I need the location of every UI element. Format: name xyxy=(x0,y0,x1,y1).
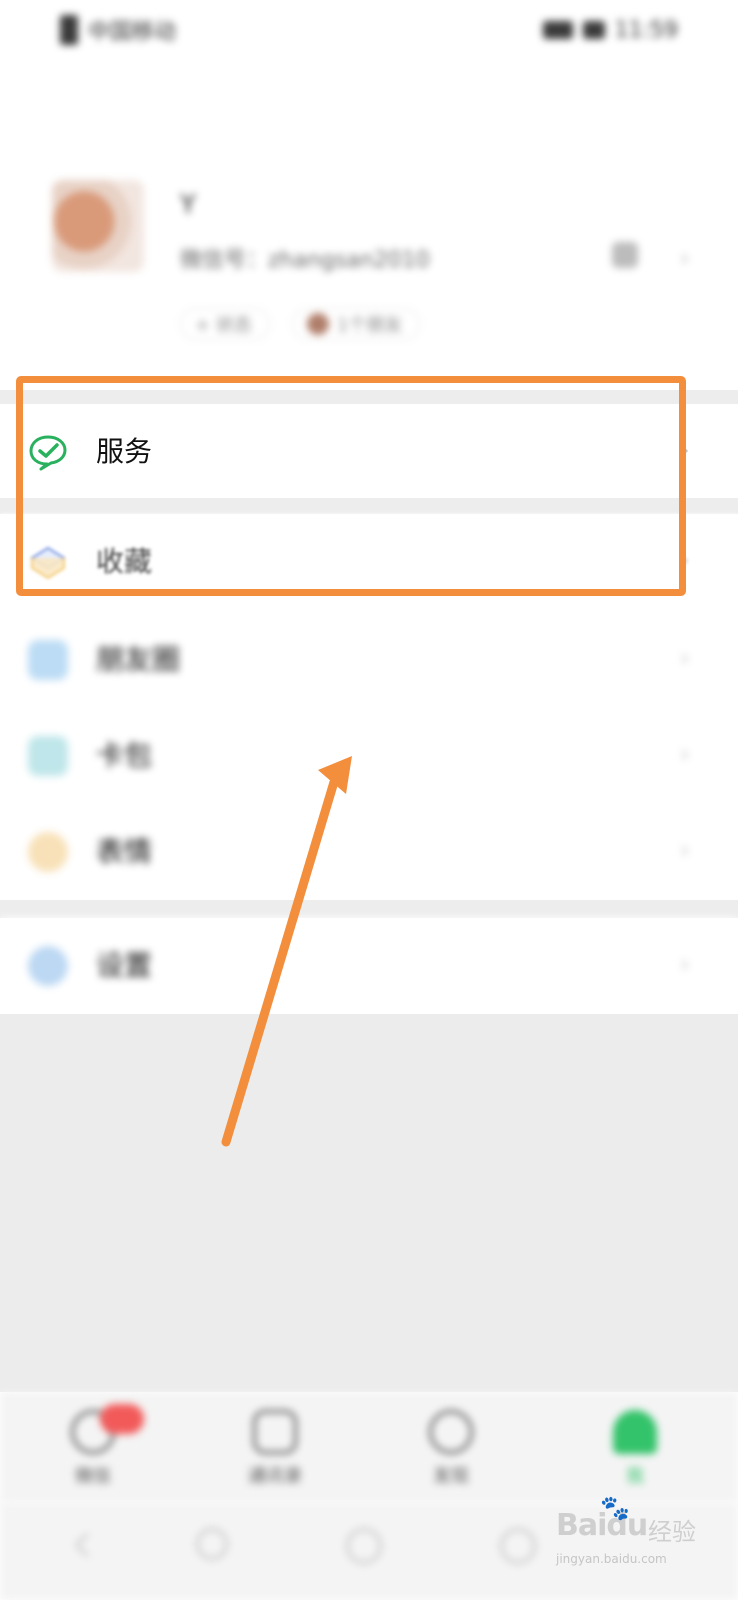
tab-label: 微信 xyxy=(75,1466,111,1487)
tab-contacts[interactable]: 通讯录 xyxy=(220,1410,330,1490)
card-icon-tile xyxy=(28,736,68,776)
home-icon[interactable] xyxy=(346,1528,382,1564)
gear-icon-tile xyxy=(28,946,68,986)
person-icon xyxy=(613,1410,657,1454)
profile-header[interactable]: Y 微信号：zhangsan2010 › + 状态 1个朋友 xyxy=(0,150,738,380)
menu-item-label: 表情 xyxy=(96,835,153,868)
friends-status-label: 1个朋友 xyxy=(337,315,403,336)
friend-avatar xyxy=(307,313,329,335)
battery-icon xyxy=(582,21,605,39)
menu-item-stickers[interactable]: 表情 › xyxy=(0,804,738,900)
wechat-id: 微信号：zhangsan2010 xyxy=(180,248,430,273)
status-left: 中国移动 xyxy=(60,14,176,46)
menu-item-label: 朋友圈 xyxy=(96,643,181,676)
avatar[interactable] xyxy=(52,180,144,272)
status-right: 11:59 xyxy=(542,17,678,43)
menu-item-label: 卡包 xyxy=(96,739,153,772)
carrier-text: 中国移动 xyxy=(88,20,177,45)
watermark-brand-text: Bai xyxy=(556,1508,607,1543)
smile-icon xyxy=(28,832,68,872)
sim-icon xyxy=(60,15,78,45)
menu-item-cards[interactable]: 卡包 › xyxy=(0,708,738,804)
paw-icon: 🐾 xyxy=(600,1494,630,1522)
baidu-jingyan-watermark: Baidu 🐾 经验 jingyan.baidu.com xyxy=(556,1494,706,1580)
chevron-right-icon: › xyxy=(680,644,690,672)
status-bar: 中国移动 11:59 xyxy=(0,0,738,60)
tab-label: 发现 xyxy=(433,1466,469,1487)
back-icon[interactable] xyxy=(74,1532,100,1558)
menu-item-moments[interactable]: 朋友圈 › xyxy=(0,612,738,708)
menu-item-settings[interactable]: 设置 › xyxy=(0,918,738,1014)
status-button-label: + 状态 xyxy=(195,315,252,336)
separator xyxy=(0,900,738,918)
image-icon xyxy=(28,640,68,680)
unread-badge xyxy=(100,1404,144,1434)
tab-me[interactable]: 我 xyxy=(580,1410,690,1490)
status-button[interactable]: + 状态 xyxy=(180,308,270,340)
recent-apps-icon[interactable] xyxy=(500,1528,536,1564)
chevron-right-icon: › xyxy=(680,244,690,272)
nickname: Y xyxy=(180,190,196,220)
qr-code-icon[interactable] xyxy=(612,242,638,268)
gear-icon xyxy=(28,946,68,986)
tab-discover[interactable]: 发现 xyxy=(396,1410,506,1490)
chevron-right-icon: › xyxy=(680,740,690,768)
card-icon xyxy=(28,736,68,776)
contacts-icon xyxy=(253,1410,297,1454)
highlight-box xyxy=(16,376,686,596)
smile-icon-tile xyxy=(28,832,68,872)
watermark-jingyan: 经验 xyxy=(648,1518,696,1546)
empty-area xyxy=(0,1014,738,1392)
tab-label: 我 xyxy=(626,1466,644,1487)
search-icon[interactable] xyxy=(196,1528,228,1560)
chevron-right-icon: › xyxy=(680,950,690,978)
menu-item-label: 设置 xyxy=(96,949,153,982)
signal-icon xyxy=(542,21,573,39)
image-icon-tile xyxy=(28,640,68,680)
friends-status-button[interactable]: 1个朋友 xyxy=(292,308,420,340)
clock-text: 11:59 xyxy=(614,17,678,43)
compass-icon xyxy=(429,1410,473,1454)
tab-label: 通讯录 xyxy=(248,1466,302,1487)
watermark-domain: jingyan.baidu.com xyxy=(556,1552,667,1566)
chevron-right-icon: › xyxy=(680,836,690,864)
